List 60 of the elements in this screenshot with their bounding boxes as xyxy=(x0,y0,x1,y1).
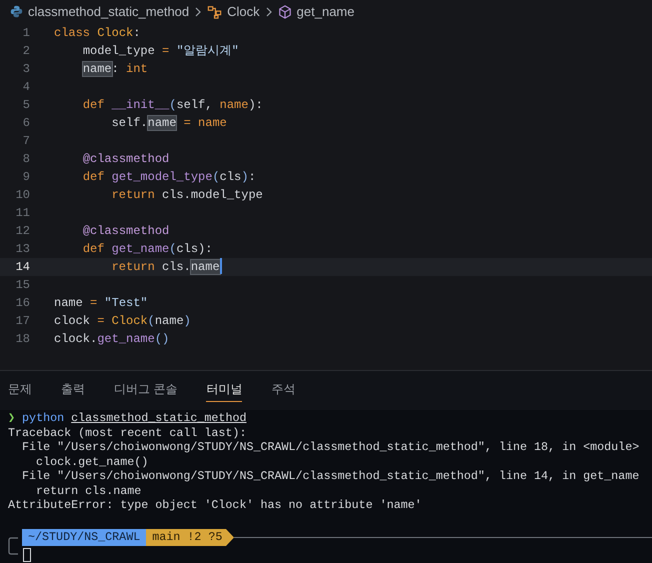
class-icon xyxy=(207,4,222,19)
panel-tab[interactable]: 출력 xyxy=(61,379,85,402)
line-number: 4 xyxy=(22,78,30,96)
terminal-output-line: clock.get_name() xyxy=(35,454,148,470)
breadcrumb-item[interactable]: get_name xyxy=(296,2,354,22)
code-line: name = "Test" xyxy=(54,294,148,312)
code-line: clock.get_name() xyxy=(54,330,170,348)
prompt-frame-bottom-drawing xyxy=(8,546,18,556)
prompt-symbol: ❯ xyxy=(8,411,16,426)
line-number: 1 xyxy=(22,24,30,42)
line-number: 5 xyxy=(22,96,30,114)
code-line: def get_model_type(cls): xyxy=(82,168,256,186)
code-line: def get_name(cls): xyxy=(82,240,212,258)
code-line: @classmethod xyxy=(82,222,170,240)
line-number: 11 xyxy=(14,204,30,222)
code-line: return cls.name xyxy=(110,258,220,276)
line-number: 2 xyxy=(22,42,30,60)
command-text: python xyxy=(22,411,64,426)
cube-icon xyxy=(278,4,292,19)
breadcrumb-item[interactable]: Clock xyxy=(227,2,260,22)
line-number: 12 xyxy=(14,222,30,240)
python-file-icon xyxy=(10,5,23,18)
text-cursor xyxy=(220,258,222,274)
line-number: 16 xyxy=(14,294,30,312)
powerline-arrow-icon xyxy=(226,529,234,546)
code-line: clock = Clock(name) xyxy=(54,312,191,330)
chevron-right-icon xyxy=(264,6,273,17)
code-line: def __init__(self, name): xyxy=(82,96,263,114)
terminal-output-line: Traceback (most recent call last): xyxy=(8,426,246,440)
terminal-output-line: return cls.name xyxy=(35,484,142,498)
code-line: class Clock: xyxy=(54,24,140,42)
terminal-cursor xyxy=(23,548,31,562)
line-number: 14 xyxy=(14,258,30,276)
code-line: return cls.model_type xyxy=(110,186,263,204)
line-number: 15 xyxy=(14,276,30,294)
line-number: 17 xyxy=(14,312,30,330)
terminal-output-line: File "/Users/choiwonwong/STUDY/NS_CRAWL/classmethod_static_method", line 18, in <module> xyxy=(21,440,640,455)
line-number: 3 xyxy=(22,60,30,78)
panel-tab[interactable]: 문제 xyxy=(8,379,32,402)
panel-tab[interactable]: 디버그 콘솔 xyxy=(114,379,178,402)
code-line: self.name = name xyxy=(110,114,227,132)
breadcrumb-item[interactable]: classmethod_static_method xyxy=(28,2,190,22)
line-number: 10 xyxy=(14,186,30,204)
line-number: 6 xyxy=(22,114,30,132)
panel-tab[interactable]: 터미널 xyxy=(206,379,242,402)
chevron-right-icon xyxy=(194,6,202,17)
line-number: 13 xyxy=(14,240,30,258)
code-line: model_type = "알람시계" xyxy=(82,42,239,60)
line-number: 8 xyxy=(22,150,30,168)
terminal-output-line: File "/Users/choiwonwong/STUDY/NS_CRAWL/classmethod_static_method", line 14, in get_name xyxy=(21,469,640,484)
command-argument: classmethod_static_method xyxy=(71,411,246,426)
prompt-frame-top-drawing xyxy=(8,537,18,546)
line-number: 7 xyxy=(22,132,30,150)
panel-tab[interactable]: 주석 xyxy=(271,379,296,402)
code-line: @classmethod xyxy=(82,150,170,168)
line-number: 18 xyxy=(14,330,30,348)
line-number: 9 xyxy=(22,168,30,186)
terminal-output-line: AttributeError: type object 'Clock' has no attribute 'name' xyxy=(8,498,422,513)
path-segment: ~/STUDY/NS_CRAWL xyxy=(22,529,146,546)
code-line: name: int xyxy=(82,60,148,78)
